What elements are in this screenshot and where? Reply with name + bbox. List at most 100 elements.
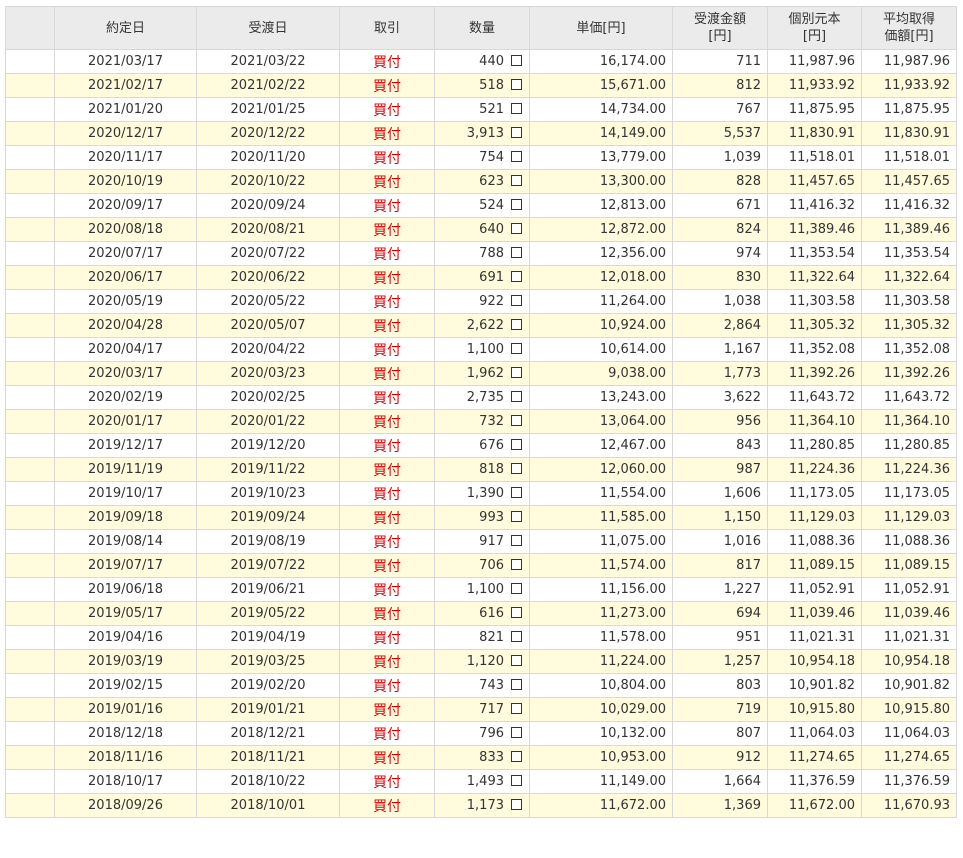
quantity-checkbox-icon[interactable]: [511, 271, 522, 282]
individual-principal-cell: 11,280.85: [767, 433, 862, 458]
row-blank-cell: [5, 625, 55, 650]
quantity-checkbox-icon[interactable]: [511, 751, 522, 762]
trade-type-text: 買付: [373, 630, 401, 647]
trade-date-text: 2021/03/17: [88, 54, 163, 69]
settle-amount-cell: 828: [672, 169, 768, 194]
quantity-checkbox-icon[interactable]: [511, 103, 522, 114]
quantity-checkbox-icon[interactable]: [511, 415, 522, 426]
quantity-checkbox-icon[interactable]: [511, 727, 522, 738]
trade-type-cell: 買付: [339, 433, 435, 458]
quantity-checkbox-icon[interactable]: [511, 295, 522, 306]
settle-date-text: 2020/03/23: [230, 366, 306, 381]
individual-principal-cell: 11,224.36: [767, 457, 862, 482]
header-individual-principal[interactable]: 個別元本 [円]: [767, 6, 862, 50]
trade-type-text: 買付: [373, 78, 401, 95]
settle-date-cell: 2020/05/22: [196, 289, 340, 314]
quantity-checkbox-icon[interactable]: [511, 391, 522, 402]
trade-type-text: 買付: [373, 54, 401, 71]
settle-amount-text: 1,606: [723, 486, 761, 501]
quantity-text: 521: [479, 102, 504, 117]
unit-price-cell: 10,924.00: [529, 313, 673, 338]
table-row: 2019/05/17 2019/05/22 買付 616 11,273.00 694 11,…: [5, 601, 957, 626]
table-row: 2018/12/18 2018/12/21 買付 796 10,132.00 807 11,…: [5, 721, 957, 746]
settle-amount-cell: 1,150: [672, 505, 768, 530]
trade-date-text: 2019/01/16: [88, 702, 163, 717]
average-cost-text: 11,021.31: [883, 630, 950, 645]
trade-type-cell: 買付: [339, 553, 435, 578]
quantity-cell: 1,120: [434, 649, 530, 674]
quantity-checkbox-icon[interactable]: [511, 247, 522, 258]
trade-type-text: 買付: [373, 558, 401, 575]
table-row: 2019/04/16 2019/04/19 買付 821 11,578.00 951 11,…: [5, 625, 957, 650]
individual-principal-text: 11,280.85: [788, 438, 855, 453]
quantity-checkbox-icon[interactable]: [511, 127, 522, 138]
quantity-text: 691: [479, 270, 504, 285]
quantity-checkbox-icon[interactable]: [511, 511, 522, 522]
settle-date-text: 2021/03/22: [230, 54, 306, 69]
quantity-checkbox-icon[interactable]: [511, 703, 522, 714]
quantity-checkbox-icon[interactable]: [511, 775, 522, 786]
average-cost-text: 11,376.59: [883, 774, 950, 789]
individual-principal-text: 11,376.59: [788, 774, 855, 789]
quantity-cell: 1,493: [434, 769, 530, 794]
unit-price-text: 11,224.00: [599, 654, 666, 669]
quantity-checkbox-icon[interactable]: [511, 655, 522, 666]
individual-principal-text: 11,064.03: [788, 726, 855, 741]
header-settle-date[interactable]: 受渡日: [196, 6, 340, 50]
quantity-text: 1,493: [466, 774, 504, 789]
quantity-cell: 1,390: [434, 481, 530, 506]
average-cost-cell: 11,274.65: [861, 745, 957, 770]
settle-date-text: 2020/09/24: [230, 198, 306, 213]
individual-principal-text: 11,389.46: [788, 222, 855, 237]
row-blank-cell: [5, 697, 55, 722]
quantity-checkbox-icon[interactable]: [511, 535, 522, 546]
quantity-checkbox-icon[interactable]: [511, 583, 522, 594]
settle-amount-text: 828: [736, 174, 761, 189]
quantity-checkbox-icon[interactable]: [511, 175, 522, 186]
settle-date-cell: 2020/07/22: [196, 241, 340, 266]
quantity-checkbox-icon[interactable]: [511, 439, 522, 450]
settle-amount-text: 803: [736, 678, 761, 693]
quantity-cell: 717: [434, 697, 530, 722]
trade-date-text: 2020/04/28: [88, 318, 163, 333]
header-unit-price[interactable]: 単価[円]: [529, 6, 673, 50]
trade-date-cell: 2020/03/17: [54, 361, 197, 386]
quantity-checkbox-icon[interactable]: [511, 559, 522, 570]
average-cost-text: 11,173.05: [883, 486, 950, 501]
quantity-cell: 1,100: [434, 577, 530, 602]
table-row: 2019/09/18 2019/09/24 買付 993 11,585.00 1,150 1…: [5, 505, 957, 530]
quantity-checkbox-icon[interactable]: [511, 151, 522, 162]
unit-price-cell: 11,578.00: [529, 625, 673, 650]
settle-amount-text: 987: [736, 462, 761, 477]
unit-price-text: 10,029.00: [599, 702, 666, 717]
quantity-checkbox-icon[interactable]: [511, 367, 522, 378]
quantity-checkbox-icon[interactable]: [511, 223, 522, 234]
quantity-checkbox-icon[interactable]: [511, 199, 522, 210]
quantity-checkbox-icon[interactable]: [511, 463, 522, 474]
trade-date-text: 2019/10/17: [88, 486, 163, 501]
quantity-text: 833: [479, 750, 504, 765]
individual-principal-text: 11,224.36: [788, 462, 855, 477]
header-settle-amount[interactable]: 受渡金額 [円]: [672, 6, 768, 50]
header-trade-type[interactable]: 取引: [339, 6, 435, 50]
header-trade-date[interactable]: 約定日: [54, 6, 197, 50]
quantity-checkbox-icon[interactable]: [511, 55, 522, 66]
quantity-checkbox-icon[interactable]: [511, 79, 522, 90]
quantity-checkbox-icon[interactable]: [511, 679, 522, 690]
quantity-checkbox-icon[interactable]: [511, 319, 522, 330]
quantity-checkbox-icon[interactable]: [511, 487, 522, 498]
header-quantity[interactable]: 数量: [434, 6, 530, 50]
quantity-checkbox-icon[interactable]: [511, 631, 522, 642]
quantity-cell: 2,622: [434, 313, 530, 338]
quantity-checkbox-icon[interactable]: [511, 607, 522, 618]
trade-date-text: 2020/04/17: [88, 342, 163, 357]
unit-price-cell: 11,264.00: [529, 289, 673, 314]
unit-price-cell: 11,672.00: [529, 793, 673, 818]
unit-price-text: 12,467.00: [599, 438, 666, 453]
header-average-cost[interactable]: 平均取得 価額[円]: [861, 6, 957, 50]
trade-type-cell: 買付: [339, 265, 435, 290]
settle-date-cell: 2019/06/21: [196, 577, 340, 602]
quantity-checkbox-icon[interactable]: [511, 343, 522, 354]
quantity-checkbox-icon[interactable]: [511, 799, 522, 810]
settle-amount-cell: 694: [672, 601, 768, 626]
